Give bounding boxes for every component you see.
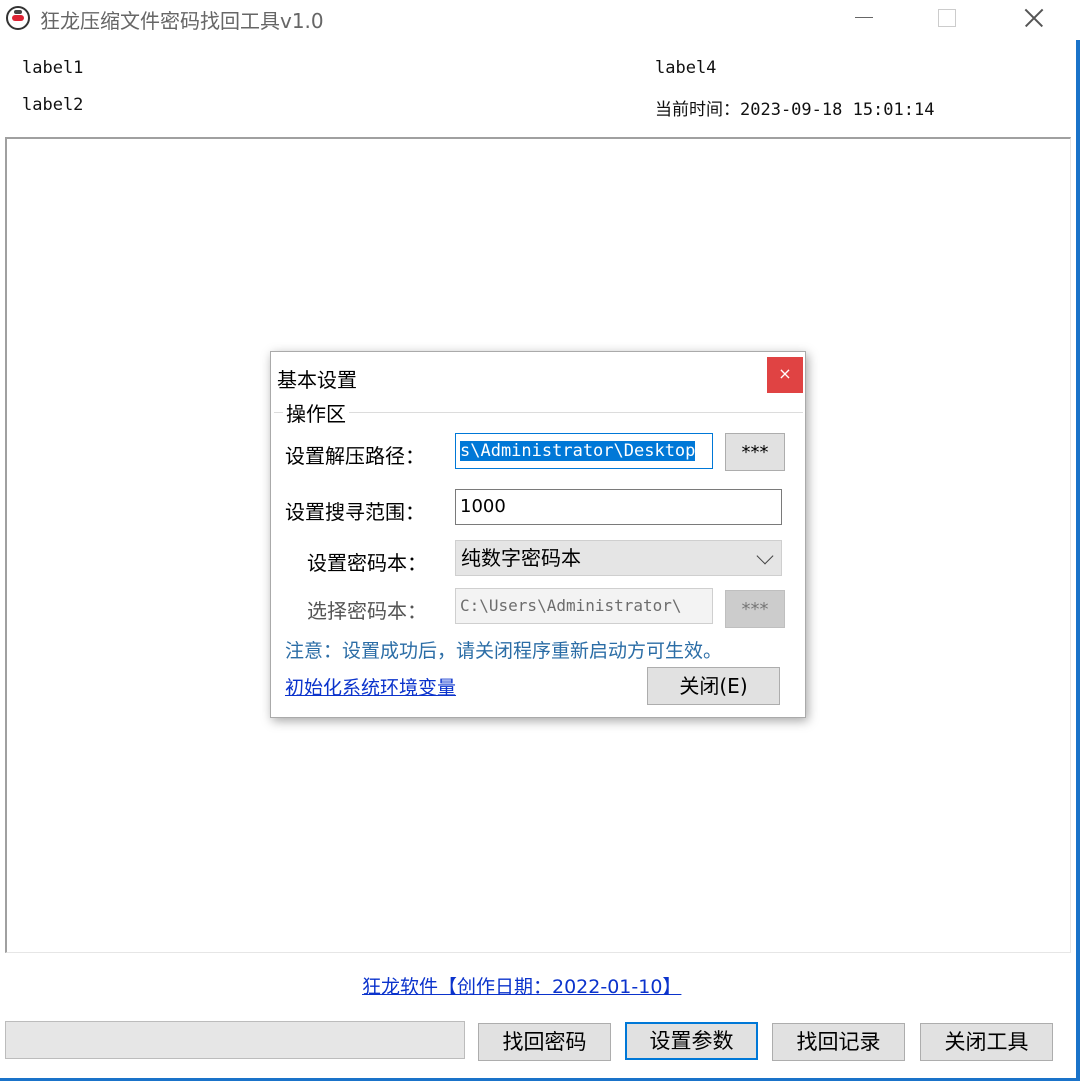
label1: label1 [22, 58, 84, 78]
history-button[interactable]: 找回记录 [772, 1023, 905, 1061]
label2: label2 [22, 95, 84, 115]
settings-dialog: 基本设置 × 操作区 设置解压路径： s\Administrator\Deskt… [270, 351, 806, 718]
label4: label4 [655, 58, 717, 78]
choose-dict-browse-button: *** [725, 590, 785, 628]
current-time-label: 当前时间：2023-09-18 15:01:14 [655, 100, 935, 120]
chevron-down-icon [756, 547, 774, 565]
minimize-icon[interactable] [820, 0, 906, 36]
extract-path-input[interactable]: s\Administrator\Desktop [455, 433, 713, 469]
dialog-title: 基本设置 [277, 368, 357, 392]
dragon-logo-icon [6, 6, 30, 30]
choose-dict-input: C:\Users\Administrator\ [455, 588, 713, 624]
search-range-input[interactable]: 1000 [455, 489, 782, 525]
extract-path-value: s\Administrator\Desktop [460, 441, 696, 461]
group-title: 操作区 [283, 398, 349, 427]
window-border-right [1076, 40, 1080, 1081]
window-title: 狂龙压缩文件密码找回工具v1.0 [40, 9, 324, 33]
dialog-note: 注意：设置成功后，请关闭程序重新启动方可生效。 [285, 640, 723, 662]
init-env-link[interactable]: 初始化系统环境变量 [285, 673, 456, 700]
dictionary-select[interactable]: 纯数字密码本 [455, 540, 782, 576]
maximize-icon [906, 0, 992, 36]
footer-credit-link[interactable]: 狂龙软件【创作日期：2022-01-10】 [362, 972, 681, 999]
dialog-close-icon[interactable]: × [767, 357, 803, 393]
close-icon[interactable] [992, 0, 1078, 36]
extract-path-browse-button[interactable]: *** [725, 433, 785, 471]
main-window: 狂龙压缩文件密码找回工具v1.0 label1 label2 label4 当前… [0, 0, 1080, 1081]
dialog-close-button[interactable]: 关闭(E) [647, 667, 780, 705]
extract-path-label: 设置解压路径： [285, 444, 425, 468]
choose-dict-label: 选择密码本： [307, 599, 427, 623]
set-params-button[interactable]: 设置参数 [625, 1022, 758, 1060]
find-password-button[interactable]: 找回密码 [478, 1023, 611, 1061]
progress-bar [5, 1021, 465, 1059]
dictionary-label: 设置密码本： [307, 551, 427, 575]
close-tool-button[interactable]: 关闭工具 [920, 1023, 1053, 1061]
dictionary-selected-value: 纯数字密码本 [461, 546, 581, 570]
title-bar[interactable]: 狂龙压缩文件密码找回工具v1.0 [0, 0, 1080, 38]
search-range-label: 设置搜寻范围： [285, 500, 425, 524]
